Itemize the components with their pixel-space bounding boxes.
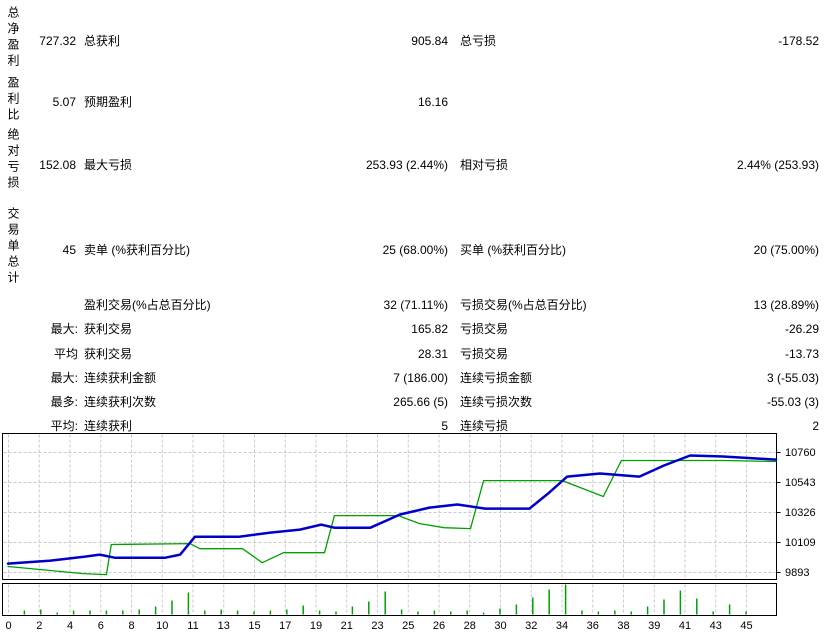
x-tick-label: 43: [710, 620, 722, 632]
stat-value-left: 727.32: [0, 34, 76, 48]
x-tick-label: 2: [36, 620, 42, 632]
x-tick-label: 28: [464, 620, 476, 632]
stat-label-right: 亏损交易: [460, 322, 508, 336]
stat-value-mid: 165.82: [248, 322, 448, 336]
x-tick-label: 36: [587, 620, 599, 632]
stat-label-left: 最大亏损: [84, 158, 132, 172]
x-tick-label: 21: [341, 620, 353, 632]
stat-label-right: 连续亏损金额: [460, 371, 532, 385]
stat-value-right: 2: [619, 419, 819, 433]
x-tick-label: 32: [525, 620, 537, 632]
x-tick-label: 4: [67, 620, 73, 632]
lots-chart-panel[interactable]: [3, 584, 777, 616]
x-tick-label: 0: [5, 620, 11, 632]
stat-value-mid: 32 (71.11%): [248, 298, 448, 312]
x-tick-label: 17: [279, 620, 291, 632]
stat-value-mid: 25 (68.00%): [248, 243, 448, 257]
stat-value-right: -26.29: [619, 322, 819, 336]
x-tick-label: 38: [617, 620, 629, 632]
stat-label-left: 总获利: [84, 34, 120, 48]
stat-value-right: -55.03 (3): [619, 395, 819, 409]
stat-label-right: 连续亏损次数: [460, 395, 532, 409]
stat-value-right: -13.73: [619, 347, 819, 361]
x-tick-label: 45: [740, 620, 752, 632]
x-tick-label: 26: [433, 620, 445, 632]
stat-label-left: 连续获利: [84, 419, 132, 433]
stat-value-left: 45: [0, 243, 76, 257]
strategy-tester-report: 总净盈利 盈利比 绝对亏损 交易单总计 727.32总获利905.84总亏损-1…: [0, 0, 825, 634]
x-tick-label: 30: [494, 620, 506, 632]
stat-prefix: 平均: [0, 347, 78, 361]
stat-prefix: 最多:: [0, 395, 78, 409]
stat-value-mid: 7 (186.00): [248, 371, 448, 385]
stat-prefix: 平均:: [0, 419, 78, 433]
stat-label-left: 预期盈利: [84, 95, 132, 109]
x-tick-label: 15: [248, 620, 260, 632]
stat-label-left: 连续获利次数: [84, 395, 156, 409]
stat-label-right: 总亏损: [460, 34, 496, 48]
stat-value-left: 152.08: [0, 158, 76, 172]
stat-label-left: 获利交易: [84, 322, 132, 336]
stat-value-left: 5.07: [0, 95, 76, 109]
stat-label-left: 连续获利金额: [84, 371, 156, 385]
x-tick-label: 13: [218, 620, 230, 632]
stat-value-mid: 5: [248, 419, 448, 433]
stat-value-right: 20 (75.00%): [619, 243, 819, 257]
stat-value-mid: 16.16: [248, 95, 448, 109]
stat-label-right: 连续亏损: [460, 419, 508, 433]
x-tick-label: 6: [98, 620, 104, 632]
stat-value-right: 13 (28.89%): [619, 298, 819, 312]
stat-value-right: 3 (-55.03): [619, 371, 819, 385]
stat-value-right: -178.52: [619, 34, 819, 48]
stat-label-right: 相对亏损: [460, 158, 508, 172]
x-tick-label: 41: [679, 620, 691, 632]
stat-value-mid: 905.84: [248, 34, 448, 48]
x-tick-label: 25: [402, 620, 414, 632]
x-tick-label: 10: [156, 620, 168, 632]
stat-label-right: 买单 (%获利百分比): [460, 243, 566, 257]
stat-value-right: 2.44% (253.93): [619, 158, 819, 172]
stat-label-left: 卖单 (%获利百分比): [84, 243, 190, 257]
stat-label-left: 获利交易: [84, 347, 132, 361]
stat-prefix: 最大:: [0, 322, 78, 336]
stat-label-left: 盈利交易(%占总百分比): [84, 298, 211, 312]
stat-value-mid: 28.31: [248, 347, 448, 361]
x-tick-label: 34: [556, 620, 568, 632]
x-tick-label: 23: [371, 620, 383, 632]
x-tick-label: 39: [648, 620, 660, 632]
x-tick-label: 8: [128, 620, 134, 632]
stat-label-right: 亏损交易(%占总百分比): [460, 298, 587, 312]
stat-value-mid: 253.93 (2.44%): [248, 158, 448, 172]
stat-prefix: 最大:: [0, 371, 78, 385]
charts-canvas[interactable]: 0 2 4 6 8 10 11 13 15 17 19 21 23 25 26 28 30 32 34 36 38 39 4…: [0, 433, 825, 634]
stat-label-right: 亏损交易: [460, 347, 508, 361]
stat-value-mid: 265.66 (5): [248, 395, 448, 409]
x-tick-label: 19: [310, 620, 322, 632]
x-tick-label: 11: [187, 620, 198, 632]
